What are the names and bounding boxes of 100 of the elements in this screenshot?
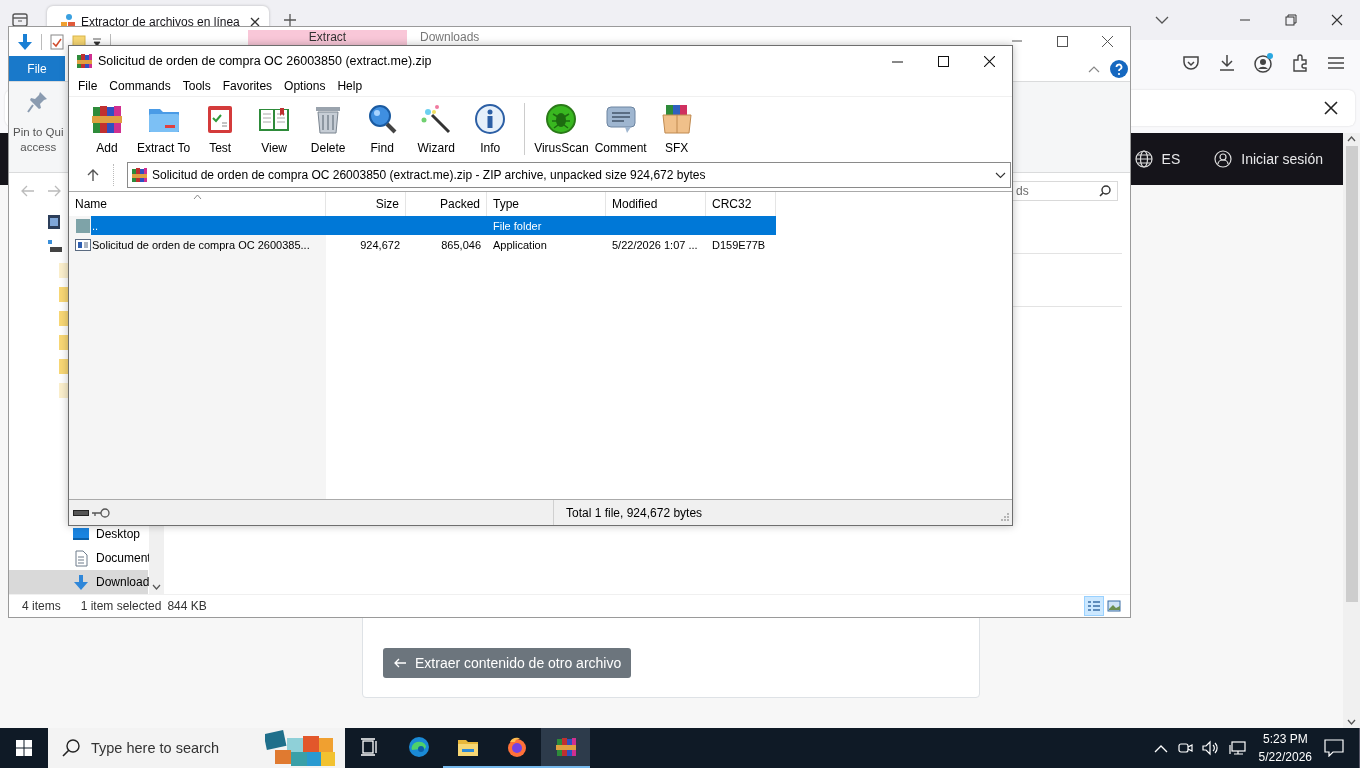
- folder-icon: [59, 358, 69, 374]
- toolbar-button[interactable]: Add: [80, 97, 134, 161]
- network-icon[interactable]: [1228, 740, 1247, 756]
- toolbar-button[interactable]: VirusScan: [531, 97, 592, 161]
- table-cell-text: File folder: [492, 219, 543, 232]
- firefox-icon: [505, 736, 528, 758]
- help-icon[interactable]: [1110, 59, 1128, 78]
- folder-icon: [59, 262, 69, 278]
- arrow-left-icon: [393, 658, 407, 668]
- toolbar-button[interactable]: Extract To: [134, 97, 194, 161]
- login-link[interactable]: Iniciar sesión: [1241, 151, 1323, 167]
- dropdown-icon[interactable]: [92, 36, 102, 47]
- contextual-tab[interactable]: Extract: [248, 30, 407, 45]
- account-icon[interactable]: [1253, 51, 1275, 74]
- search-field[interactable]: Type here to search: [48, 728, 345, 768]
- close-icon[interactable]: [1331, 14, 1343, 26]
- nav-item[interactable]: Download: [9, 570, 148, 594]
- restore-icon[interactable]: [1285, 14, 1297, 26]
- tab-list-icon[interactable]: [11, 11, 29, 29]
- checklist-icon[interactable]: [50, 33, 64, 50]
- menu-item[interactable]: Options: [278, 79, 332, 93]
- clock[interactable]: 5:23 PM 5/22/2026: [1258, 730, 1312, 766]
- menu-item[interactable]: File: [72, 79, 104, 93]
- folder-icon: [59, 334, 69, 350]
- table-cell-text: 924,672: [359, 238, 401, 251]
- table-cell-text: ..: [91, 219, 100, 232]
- close-icon[interactable]: [1323, 99, 1339, 116]
- table-cell-text: D159E77B: [711, 238, 767, 251]
- list-row[interactable]: .. File folder: [91, 216, 776, 235]
- status-text: Total 1 file, 924,672 bytes: [566, 505, 703, 520]
- toolbar-button[interactable]: View: [247, 97, 302, 161]
- nav-item[interactable]: Document: [9, 546, 148, 570]
- books-icon: [91, 103, 123, 135]
- table-cell-text: 865,046: [440, 238, 482, 251]
- close-icon[interactable]: [249, 16, 261, 28]
- status-text: 4 items: [22, 599, 61, 613]
- globe-icon: [1134, 150, 1153, 168]
- view-button[interactable]: [1084, 596, 1104, 616]
- up-arrow-icon[interactable]: [87, 168, 99, 182]
- download-icon[interactable]: [1217, 52, 1237, 73]
- box-icon: [660, 103, 693, 135]
- arrow-down-icon[interactable]: [17, 32, 33, 51]
- info-icon: [474, 103, 507, 135]
- toolbar-button[interactable]: SFX: [649, 97, 704, 161]
- menu-item[interactable]: Commands: [103, 79, 177, 93]
- menu-item[interactable]: Help: [331, 79, 369, 93]
- film-icon: [47, 214, 61, 230]
- toolbar-button[interactable]: Comment: [591, 97, 650, 161]
- details-view-icon: [1087, 600, 1101, 612]
- menu-item[interactable]: Favorites: [216, 79, 279, 93]
- camera-icon[interactable]: [1176, 740, 1193, 756]
- back-button[interactable]: Extraer contenido de otro archivo: [383, 648, 632, 678]
- tab-title: Extractor de archivos en línea: [81, 15, 241, 29]
- maximize-icon[interactable]: [1057, 36, 1068, 47]
- status-text: 844 KB: [167, 599, 207, 613]
- notification-icon[interactable]: [1324, 739, 1344, 757]
- table-cell-text: 5/22/2026 1:07 ...: [611, 238, 699, 251]
- menu-item[interactable]: Tools: [176, 79, 217, 93]
- folder-icon: [59, 382, 69, 398]
- search-field[interactable]: ds: [1013, 180, 1118, 201]
- table-cell-text: Solicitud de orden de compra OC 2600385...: [91, 238, 311, 251]
- language-selector[interactable]: ES: [1161, 151, 1181, 167]
- menu-icon[interactable]: [1327, 54, 1345, 71]
- speech-bubble-icon: [604, 103, 637, 135]
- toolbar-button[interactable]: Test: [193, 97, 248, 161]
- folder-up-icon: [76, 218, 90, 233]
- close-icon[interactable]: [983, 55, 995, 67]
- list-row[interactable]: Solicitud de orden de compra OC 2600385... 924,672 865,046 Application 5/22/2026 1:07 ... D159E77B: [91, 235, 776, 254]
- sort-caret-icon: [193, 194, 202, 199]
- pin-icon: [27, 90, 50, 114]
- windows-logo-icon[interactable]: [16, 740, 32, 756]
- drive-icon: [73, 508, 89, 517]
- search-icon: [62, 739, 80, 757]
- key-icon: [92, 507, 110, 518]
- magnifier-icon: [366, 103, 399, 135]
- archive-icon: [554, 736, 577, 758]
- pin-button[interactable]: Pin to Qui access: [9, 82, 68, 172]
- chevron-down-icon[interactable]: [1155, 15, 1169, 25]
- address-field[interactable]: Solicitud de orden de compra OC 26003850 (extract.me).zip - ZIP archive, unpacked size 924,672 bytes: [127, 162, 1011, 188]
- scroll-down-icon[interactable]: [152, 584, 161, 590]
- resize-grip-icon: [1000, 511, 1010, 522]
- magic-wand-icon: [420, 103, 453, 135]
- new-tab-icon[interactable]: [283, 13, 297, 27]
- toolbar-button[interactable]: Find: [355, 97, 410, 161]
- taskbar-button[interactable]: [541, 728, 590, 768]
- close-icon[interactable]: [1102, 36, 1113, 47]
- edge-icon: [407, 736, 430, 758]
- archive-icon: [77, 53, 92, 69]
- nav-item[interactable]: Desktop: [9, 522, 148, 546]
- file-tab[interactable]: File: [9, 56, 65, 81]
- scrollbar[interactable]: [1343, 133, 1360, 728]
- bug-icon: [545, 103, 578, 135]
- application-icon: [75, 238, 91, 251]
- maximize-icon[interactable]: [937, 55, 949, 67]
- window-title: Downloads: [420, 30, 480, 45]
- volume-icon[interactable]: [1201, 740, 1220, 756]
- toolbar-button[interactable]: Wizard: [409, 97, 464, 161]
- toolbar-button[interactable]: Info: [463, 97, 518, 161]
- puzzle-icon: [265, 730, 335, 766]
- toolbar-button[interactable]: Delete: [301, 97, 356, 161]
